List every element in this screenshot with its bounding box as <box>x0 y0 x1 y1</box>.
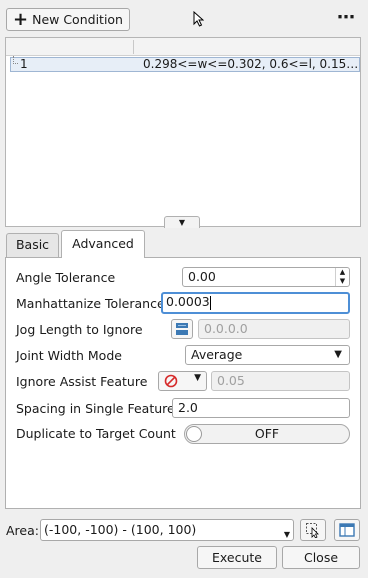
duplicate-target-label: Duplicate to Target Count <box>16 426 176 441</box>
manhattanize-tolerance-value: 0.0003 <box>166 294 210 309</box>
plus-icon: + <box>13 8 29 30</box>
window-icon <box>339 523 355 537</box>
new-condition-button[interactable]: + New Condition <box>6 8 130 31</box>
layout-view-button[interactable] <box>334 519 360 541</box>
select-pointer-icon <box>306 523 319 538</box>
table-row[interactable]: 1 0.298<=w<=0.302, 0.6<=l, 0.15… <box>10 56 360 72</box>
spacing-single-label: Spacing in Single Feature <box>16 401 175 416</box>
area-select[interactable]: (-100, -100) - (100, 100) ▼ <box>40 519 294 541</box>
table-header <box>6 38 360 56</box>
condition-table: 1 0.298<=w<=0.302, 0.6<=l, 0.15… <box>5 37 361 227</box>
collapse-toggle-button[interactable]: ▼ <box>164 216 200 228</box>
pick-area-button[interactable] <box>300 519 326 541</box>
chevron-down-icon: ▼ <box>283 530 290 539</box>
tab-advanced[interactable]: Advanced <box>61 230 145 258</box>
layer-icon <box>176 323 188 335</box>
mouse-cursor-icon <box>193 10 205 30</box>
ignore-assist-label: Ignore Assist Feature <box>16 374 148 389</box>
execute-button[interactable]: Execute <box>197 546 277 569</box>
angle-tolerance-value: 0.00 <box>188 269 216 284</box>
jog-length-label: Jog Length to Ignore <box>16 322 143 337</box>
more-icon: ⋯ <box>337 7 355 28</box>
text-cursor <box>209 295 211 310</box>
row-index: 1 <box>20 57 28 71</box>
jog-length-input: 0.0.0.0 <box>198 319 350 339</box>
chevron-down-icon: ▼ <box>178 218 186 227</box>
forbidden-icon <box>164 374 178 388</box>
tab-basic[interactable]: Basic <box>6 233 59 257</box>
spin-arrows-icon[interactable]: ▲ ▼ <box>335 268 349 286</box>
spacing-single-input[interactable]: 2.0 <box>172 398 350 418</box>
ignore-assist-dropdown[interactable]: ▼ <box>158 371 207 391</box>
area-label: Area: <box>6 523 39 538</box>
layer-select-button[interactable] <box>171 319 193 339</box>
angle-tolerance-spinbox[interactable]: 0.00 ▲ ▼ <box>182 267 350 287</box>
more-options-button[interactable]: ⋯ <box>333 9 359 29</box>
ignore-assist-input: 0.05 <box>211 371 350 391</box>
chevron-down-icon: ▼ <box>194 373 201 383</box>
chevron-down-icon: ▼ <box>334 349 342 360</box>
tree-line-icon <box>13 56 18 64</box>
joint-width-mode-value: Average <box>191 347 243 362</box>
area-value: (-100, -100) - (100, 100) <box>44 522 197 537</box>
joint-width-mode-select[interactable]: Average ▼ <box>185 345 350 365</box>
row-condition: 0.298<=w<=0.302, 0.6<=l, 0.15… <box>143 57 359 71</box>
angle-tolerance-label: Angle Tolerance <box>16 270 116 285</box>
manhattanize-tolerance-label: Manhattanize Tolerance <box>16 296 165 311</box>
joint-width-mode-label: Joint Width Mode <box>16 348 122 363</box>
close-button[interactable]: Close <box>282 546 360 569</box>
toggle-state: OFF <box>254 426 280 441</box>
new-condition-label: New Condition <box>32 12 123 27</box>
manhattanize-tolerance-input[interactable]: 0.0003 <box>161 292 350 314</box>
duplicate-target-toggle[interactable]: OFF <box>184 424 350 444</box>
